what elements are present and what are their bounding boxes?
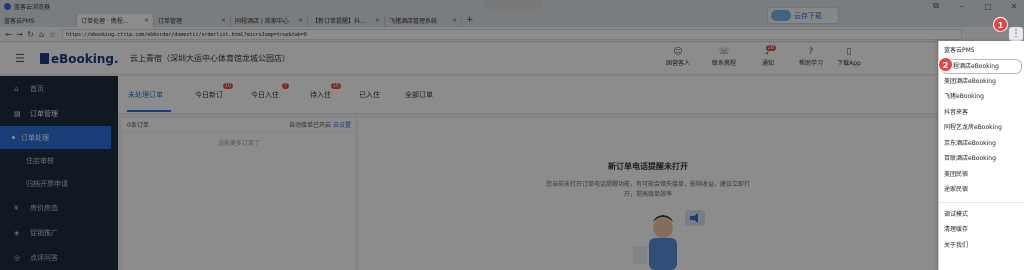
- close-tab-icon[interactable]: ✕: [144, 17, 149, 24]
- notify-badge: 28: [765, 45, 776, 51]
- tab-unprocessed[interactable]: 未处理订单: [128, 90, 163, 100]
- tab-checked-in[interactable]: 已入住: [359, 90, 380, 100]
- menu-item-meituan-ebooking[interactable]: 美团酒店eBooking: [939, 74, 1024, 90]
- menu-item-meituan-homestay[interactable]: 美团民宿: [939, 167, 1024, 183]
- tab-to-checkin[interactable]: 待入住 15: [310, 83, 341, 100]
- tab-pms[interactable]: 蓝客云PMS: [0, 14, 77, 27]
- bullet-icon: [12, 136, 15, 139]
- minimize-icon[interactable]: –: [956, 2, 968, 11]
- url-input[interactable]: https://ebooking.ctrip.com/ebkorder/dome…: [62, 28, 962, 40]
- promo-icon: ◈: [14, 228, 20, 237]
- close-tab-icon[interactable]: ✕: [298, 17, 303, 24]
- back-icon[interactable]: ←: [3, 30, 14, 39]
- menu-item-jd-ebooking[interactable]: 京东酒店eBooking: [939, 136, 1024, 152]
- menu-toggle-icon[interactable]: ☰: [0, 52, 40, 65]
- address-bar: ← → ↻ ⌂ ☆ https://ebooking.ctrip.com/ebk…: [0, 27, 1024, 42]
- order-list-header: 0条订单 自动接单已开启 去设置: [122, 118, 356, 132]
- close-tab-icon[interactable]: ✕: [452, 17, 457, 24]
- menu-item-douyin[interactable]: 抖音来客: [939, 105, 1024, 121]
- forward-icon[interactable]: →: [14, 30, 25, 39]
- cloud-icon: [771, 10, 791, 21]
- header-action-contact[interactable]: ☏ 联系携程: [708, 47, 740, 67]
- sidebar-item-home[interactable]: ⌂ 首页: [0, 76, 118, 101]
- tab-douyin[interactable]: 【新订单提醒】抖... ✕: [308, 14, 385, 27]
- reminder-title: 新订单电话提醒未打开: [608, 162, 688, 171]
- menu-item-debug[interactable]: 调试模式: [939, 207, 1024, 223]
- tab-order-manage[interactable]: 订单管理 ✕: [154, 14, 231, 27]
- bookmark-icon[interactable]: ☆: [47, 30, 58, 39]
- app-header: ☰ eBooking. 云上青宿（深圳大运中心体育馆龙城公园店）: [0, 43, 1024, 75]
- tab-all-orders[interactable]: 全部订单: [405, 90, 433, 100]
- cloud-download-button[interactable]: 云存下载: [767, 7, 839, 24]
- order-count: 0条订单: [127, 122, 149, 129]
- header-action-help[interactable]: ? 帮助学习: [795, 47, 827, 67]
- sidebar-item-price[interactable]: ¥ 房价房态: [0, 195, 118, 220]
- chat-icon: ☏: [718, 47, 730, 57]
- sidebar: ⌂ 首页 ▤ 订单管理 订单处理 住店审核 归档开票申请 ¥ 房价房态 ◈ 促销推广 ◎…: [0, 76, 118, 270]
- person-icon: ☺: [673, 47, 683, 57]
- sidebar-item-promo[interactable]: ◈ 促销推广: [0, 220, 118, 245]
- new-tab-button[interactable]: +: [462, 14, 478, 27]
- empty-list-text: 没能更多订单了: [217, 140, 260, 147]
- brand-logo[interactable]: eBooking.: [40, 52, 122, 66]
- sidebar-item-invoice[interactable]: 归档开票申请: [0, 172, 118, 195]
- tab-fliggy[interactable]: 飞猪酒店管理系统 ✕: [385, 14, 462, 27]
- hotel-name[interactable]: 云上青宿（深圳大运中心体育馆龙城公园店）: [130, 53, 290, 64]
- reload-icon[interactable]: ↻: [25, 30, 36, 39]
- step-marker-2: 2: [938, 57, 953, 72]
- tab-strip: 蓝客云PMS 订单处理 · 携程... ✕ 订单管理 ✕ 同程酒店 | 商家中心 ✕ …: [0, 12, 1024, 27]
- maximize-icon[interactable]: □: [982, 2, 994, 11]
- phone-icon: ▯: [846, 47, 852, 57]
- menu-item-bailian-ebooking[interactable]: 百联酒店eBooking: [939, 151, 1024, 167]
- menu-item-ctrip-ebooking[interactable]: 携程酒店eBooking: [941, 58, 1022, 74]
- menu-item-fliggy-ebooking[interactable]: 飞猪eBooking: [939, 89, 1024, 105]
- tab-today-new[interactable]: 今日新订 10: [195, 83, 233, 100]
- step-marker-1: 1: [993, 17, 1008, 32]
- home-nav-icon[interactable]: ⌂: [36, 30, 47, 39]
- tab-today-checkin[interactable]: 今日入住 7: [251, 83, 289, 100]
- menu-item-pms[interactable]: 蓝客云PMS: [939, 43, 1024, 59]
- order-list-pane: 0条订单 自动接单已开启 去设置 没能更多订单了: [122, 118, 357, 270]
- window-controls: ⧉ – □ ✕: [930, 0, 1020, 12]
- ebooking-logo-icon: [40, 53, 49, 64]
- menu-divider: [939, 201, 1024, 203]
- sidebar-item-stay-review[interactable]: 住店审核: [0, 149, 118, 172]
- header-action-guest[interactable]: ☺ 国营客人: [662, 47, 694, 67]
- order-detail-pane: 新订单电话提醒未打开 您当前未打开订单电话提醒功能，有可能会错失接单，影响收益。…: [358, 118, 938, 270]
- browser-menu-button[interactable]: ⋮: [1009, 27, 1023, 41]
- menu-item-clear-cache[interactable]: 清理缓存: [939, 222, 1024, 238]
- price-icon: ¥: [14, 203, 19, 212]
- close-tab-icon[interactable]: ✕: [375, 17, 380, 24]
- settings-link[interactable]: 去设置: [333, 122, 351, 129]
- drag-handle[interactable]: [484, 0, 542, 9]
- home-icon: ⌂: [14, 84, 19, 93]
- sidebar-item-order-manage[interactable]: ▤ 订单管理: [0, 101, 118, 126]
- browser-title: 蓝客云浏览器: [14, 3, 51, 11]
- order-tabs: 未处理订单 今日新订 10 今日入住 7 待入住 15 已入住 全部订单: [118, 76, 938, 114]
- tab-tongcheng[interactable]: 同程酒店 | 商家中心 ✕: [231, 14, 308, 27]
- phone-reminder-illustration: [633, 210, 705, 270]
- menu-item-tongcheng-ebooking[interactable]: 同程艺龙房eBooking: [939, 120, 1024, 136]
- browser-logo-icon: [4, 2, 11, 10]
- review-icon: ◎: [14, 253, 21, 262]
- platform-menu: 蓝客云PMS 携程酒店eBooking 美团酒店eBooking 飞猪eBook…: [938, 41, 1024, 270]
- close-tab-icon[interactable]: ✕: [221, 17, 226, 24]
- reminder-description: 您当前未打开订单电话提醒功能，有可能会错失接单，影响收益。建议立即打开，提高接单…: [545, 181, 750, 198]
- menu-item-tujia-homestay[interactable]: 途家民宿: [939, 182, 1024, 198]
- active-tab-indicator: [127, 110, 171, 112]
- menu-item-about[interactable]: 关于我们: [939, 238, 1024, 254]
- auto-accept-status: 自动接单已开启: [289, 122, 332, 129]
- sidebar-item-order-process[interactable]: 订单处理: [0, 126, 111, 149]
- header-action-notify[interactable]: ♪ 通知 28: [752, 45, 784, 67]
- order-icon: ▤: [14, 109, 21, 118]
- header-action-download[interactable]: ▯ 下载App: [833, 47, 865, 67]
- help-icon: ?: [808, 47, 814, 57]
- tab-ctrip-order[interactable]: 订单处理 · 携程... ✕: [77, 14, 154, 27]
- sidebar-item-review[interactable]: ◎ 点评问答: [0, 245, 118, 270]
- close-window-icon[interactable]: ✕: [1008, 2, 1020, 11]
- restore-icon[interactable]: ⧉: [930, 1, 942, 11]
